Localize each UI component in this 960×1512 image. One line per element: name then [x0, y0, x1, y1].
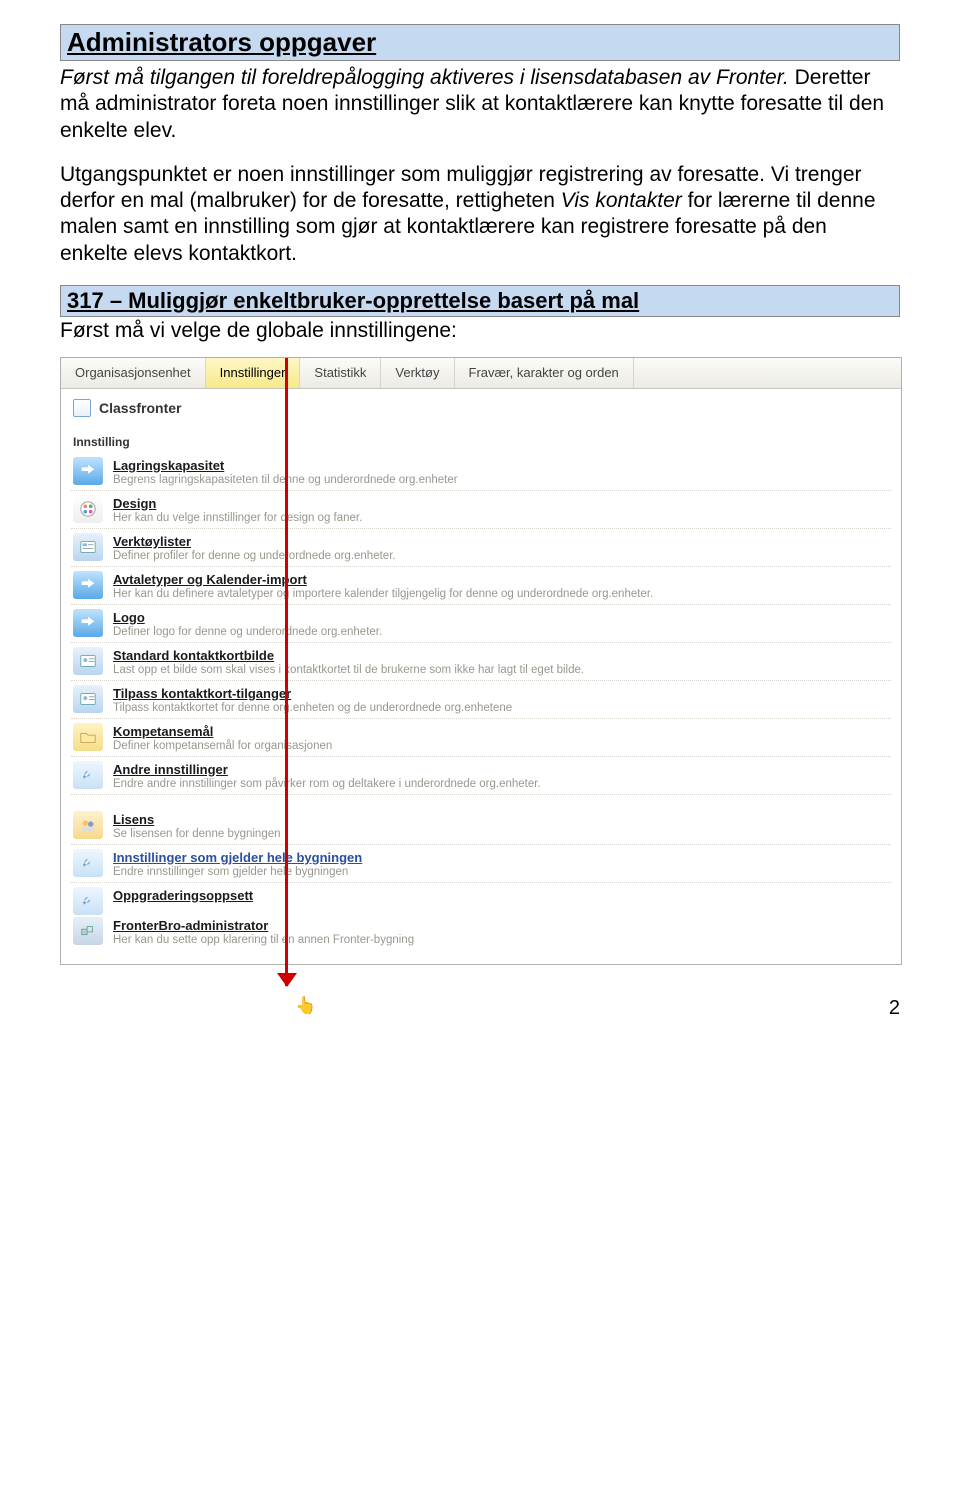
- screenshot-frame: 👆 Organisasjonsenhet Innstillinger Stati…: [60, 357, 902, 965]
- row-title: Tilpass kontaktkort-tilganger: [113, 686, 889, 701]
- row-desc: Definer logo for denne og underordnede o…: [113, 626, 889, 638]
- row-desc: Her kan du sette opp klarering til en an…: [113, 934, 889, 946]
- tab-statistikk[interactable]: Statistikk: [300, 358, 381, 388]
- list-icon: [73, 533, 103, 561]
- arrows-icon: [73, 457, 103, 485]
- row-desc: Her kan du velge innstillinger for desig…: [113, 512, 889, 524]
- row-lisens[interactable]: Lisens Se lisensen for denne bygningen: [71, 807, 891, 845]
- body-paragraph: Utgangspunktet er noen innstillinger som…: [60, 162, 900, 267]
- tabs-bar: Organisasjonsenhet Innstillinger Statist…: [61, 358, 901, 389]
- row-title: Lagringskapasitet: [113, 458, 889, 473]
- arrows-icon: [73, 609, 103, 637]
- row-oppgradering[interactable]: Oppgraderingsoppsett: [71, 883, 891, 917]
- row-title-link[interactable]: Innstillinger som gjelder hele bygningen: [113, 850, 889, 865]
- row-title: Andre innstillinger: [113, 762, 889, 777]
- wrench-icon: [73, 887, 103, 915]
- row-title: Lisens: [113, 812, 889, 827]
- settings-list: Lagringskapasitet Begrens lagringskapasi…: [61, 451, 901, 964]
- row-andre[interactable]: Andre innstillinger Endre andre innstill…: [71, 757, 891, 795]
- row-fronterbro[interactable]: FronterBro-administrator Her kan du sett…: [71, 917, 891, 950]
- wrench-icon: [73, 761, 103, 789]
- row-lagringskapasitet[interactable]: Lagringskapasitet Begrens lagringskapasi…: [71, 453, 891, 491]
- row-title: Design: [113, 496, 889, 511]
- section-heading-banner: Administrators oppgaver: [60, 24, 900, 61]
- doc-h2: 317 – Muliggjør enkeltbruker-opprettelse…: [67, 288, 893, 314]
- classfronter-row: Classfronter: [61, 389, 901, 425]
- doc-h1: Administrators oppgaver: [67, 27, 893, 58]
- cubes-icon: [73, 917, 103, 945]
- row-tilganger[interactable]: Tilpass kontaktkort-tilganger Tilpass ko…: [71, 681, 891, 719]
- row-title: Standard kontaktkortbilde: [113, 648, 889, 663]
- row-logo[interactable]: Logo Definer logo for denne og underordn…: [71, 605, 891, 643]
- users-icon: [73, 811, 103, 839]
- palette-icon: [73, 495, 103, 523]
- row-title: FronterBro-administrator: [113, 918, 889, 933]
- card-icon: [73, 685, 103, 713]
- row-desc: Endre andre innstillinger som påvirker r…: [113, 778, 889, 790]
- folder-icon: [73, 723, 103, 751]
- row-title: Avtaletyper og Kalender-import: [113, 572, 889, 587]
- row-innstillinger-bygning[interactable]: Innstillinger som gjelder hele bygningen…: [71, 845, 891, 883]
- row-desc: Se lisensen for denne bygningen: [113, 828, 889, 840]
- row-title: Verktøylister: [113, 534, 889, 549]
- row-desc: Endre innstillinger som gjelder hele byg…: [113, 866, 889, 878]
- row-desc: Tilpass kontaktkortet for denne org.enhe…: [113, 702, 889, 714]
- lead-paragraph: Først må tilgangen til foreldrepålogging…: [60, 65, 900, 144]
- tab-fravaer[interactable]: Fravær, karakter og orden: [455, 358, 634, 388]
- row-title: Logo: [113, 610, 889, 625]
- body-italic: Vis kontakter: [561, 189, 682, 212]
- row-title: Kompetansemål: [113, 724, 889, 739]
- annotation-arrow: [285, 358, 288, 986]
- row-design[interactable]: Design Her kan du velge innstillinger fo…: [71, 491, 891, 529]
- row-kompetansemal[interactable]: Kompetansemål Definer kompetansemål for …: [71, 719, 891, 757]
- subsection-heading-banner: 317 – Muliggjør enkeltbruker-opprettelse…: [60, 285, 900, 317]
- tab-org[interactable]: Organisasjonsenhet: [61, 358, 206, 388]
- row-desc: Definer kompetansemål for organisasjonen: [113, 740, 889, 752]
- section-label-innstilling: Innstilling: [61, 425, 901, 451]
- row-title: Oppgraderingsoppsett: [113, 888, 889, 903]
- classfronter-label: Classfronter: [99, 400, 181, 416]
- classfronter-checkbox[interactable]: [73, 399, 91, 417]
- row-desc: Begrens lagringskapasiteten til denne og…: [113, 474, 889, 486]
- page-number: 2: [0, 985, 960, 1048]
- lead-italic: Først må tilgangen til foreldrepålogging…: [60, 66, 789, 89]
- row-desc: Last opp et bilde som skal vises i konta…: [113, 664, 889, 676]
- after-subheading-text: Først må vi velge de globale innstilling…: [60, 319, 900, 343]
- row-verktoylister[interactable]: Verktøylister Definer profiler for denne…: [71, 529, 891, 567]
- card-icon: [73, 647, 103, 675]
- tab-verktoy[interactable]: Verktøy: [381, 358, 454, 388]
- row-avtaletyper[interactable]: Avtaletyper og Kalender-import Her kan d…: [71, 567, 891, 605]
- wrench-icon: [73, 849, 103, 877]
- row-kontaktkortbilde[interactable]: Standard kontaktkortbilde Last opp et bi…: [71, 643, 891, 681]
- cursor-icon: 👆: [295, 996, 316, 1016]
- row-desc: Definer profiler for denne og underordne…: [113, 550, 889, 562]
- arrows-icon: [73, 571, 103, 599]
- row-desc: Her kan du definere avtaletyper og impor…: [113, 588, 889, 600]
